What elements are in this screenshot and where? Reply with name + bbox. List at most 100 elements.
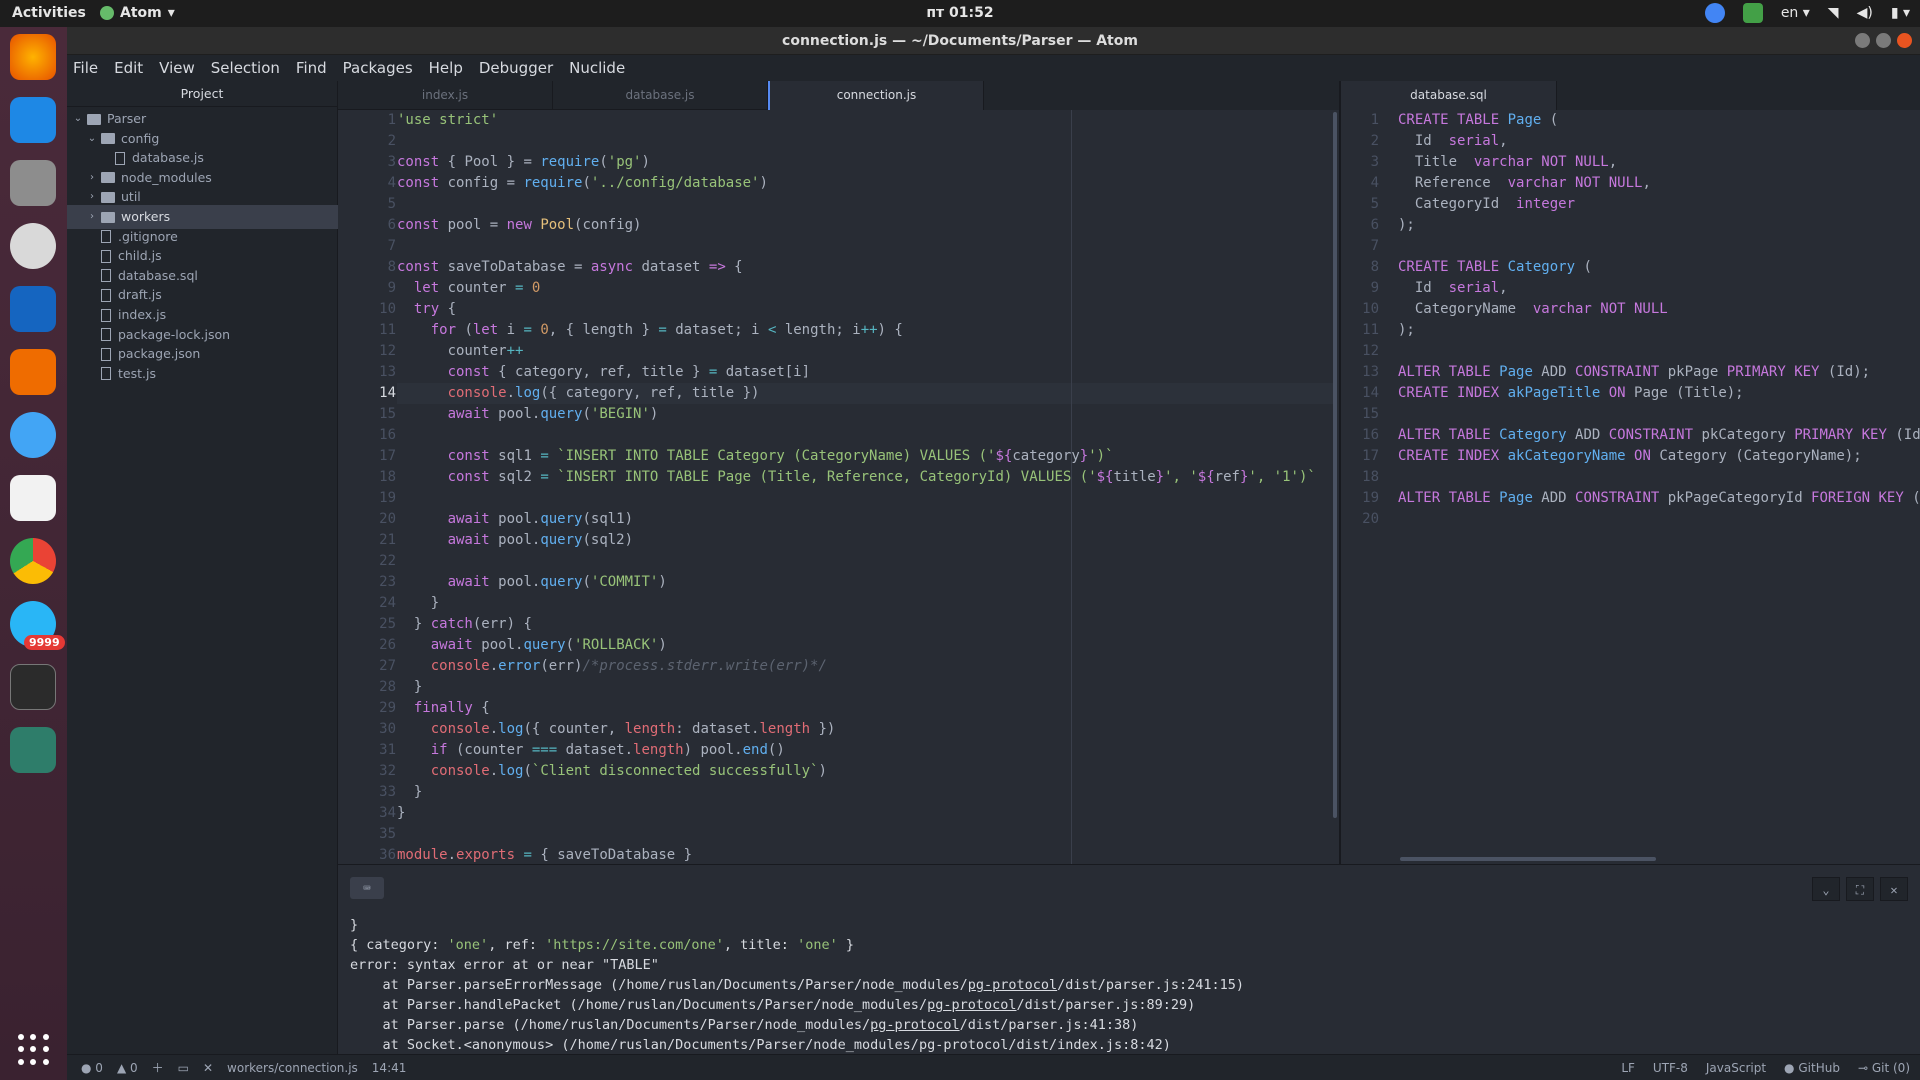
maximize-panel-icon[interactable]: ⛶ (1846, 877, 1874, 901)
github-button[interactable]: ● GitHub (1784, 1061, 1840, 1075)
collapse-icon[interactable]: ⌄ (1812, 877, 1840, 901)
menu-item-packages[interactable]: Packages (343, 59, 413, 77)
check-tray-icon[interactable] (1742, 3, 1763, 23)
terminal-toggle-icon[interactable]: ▭ (178, 1061, 189, 1075)
terminal-icon[interactable] (10, 664, 56, 710)
code-token: ); (1398, 217, 1415, 233)
help-icon[interactable] (10, 412, 56, 458)
error-count-value: 0 (95, 1060, 103, 1075)
line-number: 29 (379, 700, 396, 716)
editor-connection-js[interactable]: 1 2 3 4 5 6 7 8 9 10 11 12 13 14 15 16 17 18 19 20 21 22 23 24 2… (338, 110, 1339, 864)
code-lines: 'use strict' const { Pool } = require('pg… (397, 110, 1337, 864)
menu-item-find[interactable]: Find (296, 59, 327, 77)
code-token: ( (1541, 112, 1559, 128)
line-number: 10 (379, 301, 396, 317)
rhythmbox-icon[interactable] (10, 223, 56, 269)
github-label: GitHub (1798, 1060, 1840, 1075)
code-token: ')` (1088, 448, 1114, 464)
file-path[interactable]: workers/connection.js (227, 1061, 358, 1075)
terminal-token: at Parser.parse (/home/ruslan/Documents/… (350, 1017, 871, 1033)
code-line: CREATE INDEX akPageTitle ON Page (Title)… (1398, 383, 1920, 404)
code-token: , (1608, 154, 1618, 170)
software-icon[interactable] (10, 349, 56, 395)
wifi-icon[interactable]: ◥ (1828, 5, 1839, 21)
code-line: console.log(`Client disconnected success… (397, 761, 1337, 782)
git-button[interactable]: ⊸ Git (0) (1858, 1061, 1910, 1075)
language-indicator[interactable]: en ▾ (1781, 5, 1810, 21)
code-token: dataset; i (666, 322, 768, 338)
code-token: sql2 (489, 469, 541, 485)
tab-index-js[interactable]: index.js (338, 81, 553, 110)
code-line: if (counter === dataset.length) pool.end… (397, 740, 1337, 761)
app-menu[interactable]: Atom ▾ (100, 5, 175, 21)
menu-item-view[interactable]: View (159, 59, 195, 77)
file-icon (101, 308, 111, 322)
tab-connection-js[interactable]: connection.js (768, 81, 984, 110)
close-window-button[interactable] (1897, 33, 1912, 48)
menu-item-edit[interactable]: Edit (114, 59, 143, 77)
add-terminal-icon[interactable]: ＋ (152, 1059, 164, 1076)
menu-item-help[interactable]: Help (429, 59, 463, 77)
volume-icon[interactable]: ◀) (1857, 5, 1873, 21)
code-token: ( (582, 406, 591, 422)
chrome-icon[interactable] (10, 538, 56, 584)
line-number: 9 (1370, 280, 1379, 296)
firefox-icon[interactable] (10, 34, 56, 80)
minimize-button[interactable] (1855, 33, 1870, 48)
code-token: } (397, 805, 406, 821)
code-line: console.log({ counter, length: dataset.l… (397, 719, 1337, 740)
code-token: . (506, 385, 516, 401)
menu-item-nuclide[interactable]: Nuclide (569, 59, 625, 77)
cursor-position[interactable]: 14:41 (372, 1061, 407, 1075)
atom-dock-icon[interactable] (10, 727, 56, 773)
files-icon[interactable] (10, 160, 56, 206)
warning-count[interactable]: ▲ 0 (117, 1061, 138, 1075)
thunderbird-icon[interactable] (10, 97, 56, 143)
line-number: 10 (1362, 301, 1379, 317)
folder-icon (87, 113, 101, 125)
code-token: => (708, 259, 726, 275)
maximize-button[interactable] (1876, 33, 1891, 48)
line-number: 15 (379, 406, 396, 422)
terminal-tab-icon[interactable]: ⌨ (350, 877, 384, 899)
grammar[interactable]: JavaScript (1706, 1061, 1766, 1075)
activities-button[interactable]: Activities (12, 5, 86, 21)
clock[interactable]: пт 01:52 (0, 5, 1920, 21)
close-panel-icon[interactable]: ✕ (1880, 877, 1908, 901)
code-token: CREATE TABLE (1398, 112, 1500, 128)
code-line: module.exports = { saveToDatabase } (397, 845, 1337, 864)
code-token: await (447, 574, 490, 590)
line-number: 24 (379, 595, 396, 611)
tab-database-js[interactable]: database.js (553, 81, 768, 110)
battery-icon[interactable]: ▮ ▾ (1891, 5, 1910, 21)
horizontal-scrollbar[interactable] (1400, 857, 1656, 861)
menu-item-debugger[interactable]: Debugger (479, 59, 553, 77)
terminal-panel[interactable]: ⌨ ⌄ ⛶ ✕ }{ category: 'one', ref: 'https:… (338, 864, 1920, 1063)
menu-item-file[interactable]: File (73, 59, 98, 77)
code-token: { saveToDatabase } (531, 847, 693, 863)
tab-database-sql[interactable]: database.sql (1341, 81, 1557, 110)
close-terminal-icon[interactable]: ✕ (203, 1061, 213, 1075)
chrome-tray-icon[interactable] (1704, 3, 1725, 23)
vertical-scrollbar[interactable] (1333, 112, 1337, 818)
amazon-icon[interactable] (10, 475, 56, 521)
writer-icon[interactable] (10, 286, 56, 332)
tree-item[interactable]: test.js (67, 362, 338, 386)
code-token: title (1113, 469, 1156, 485)
line-number: 6 (1370, 217, 1379, 233)
code-token: ( (1575, 259, 1592, 275)
error-count[interactable]: ● 0 (81, 1061, 103, 1075)
file-icon (101, 367, 111, 381)
editor-database-sql[interactable]: 1 2 3 4 5 6 7 8 9 10 11 12 13 14 15 16 17 18 19 20 CREATE T… (1341, 110, 1920, 864)
show-apps-icon[interactable] (18, 1034, 50, 1066)
menu-item-selection[interactable]: Selection (211, 59, 280, 77)
line-ending[interactable]: LF (1621, 1061, 1635, 1075)
encoding[interactable]: UTF-8 (1653, 1061, 1688, 1075)
